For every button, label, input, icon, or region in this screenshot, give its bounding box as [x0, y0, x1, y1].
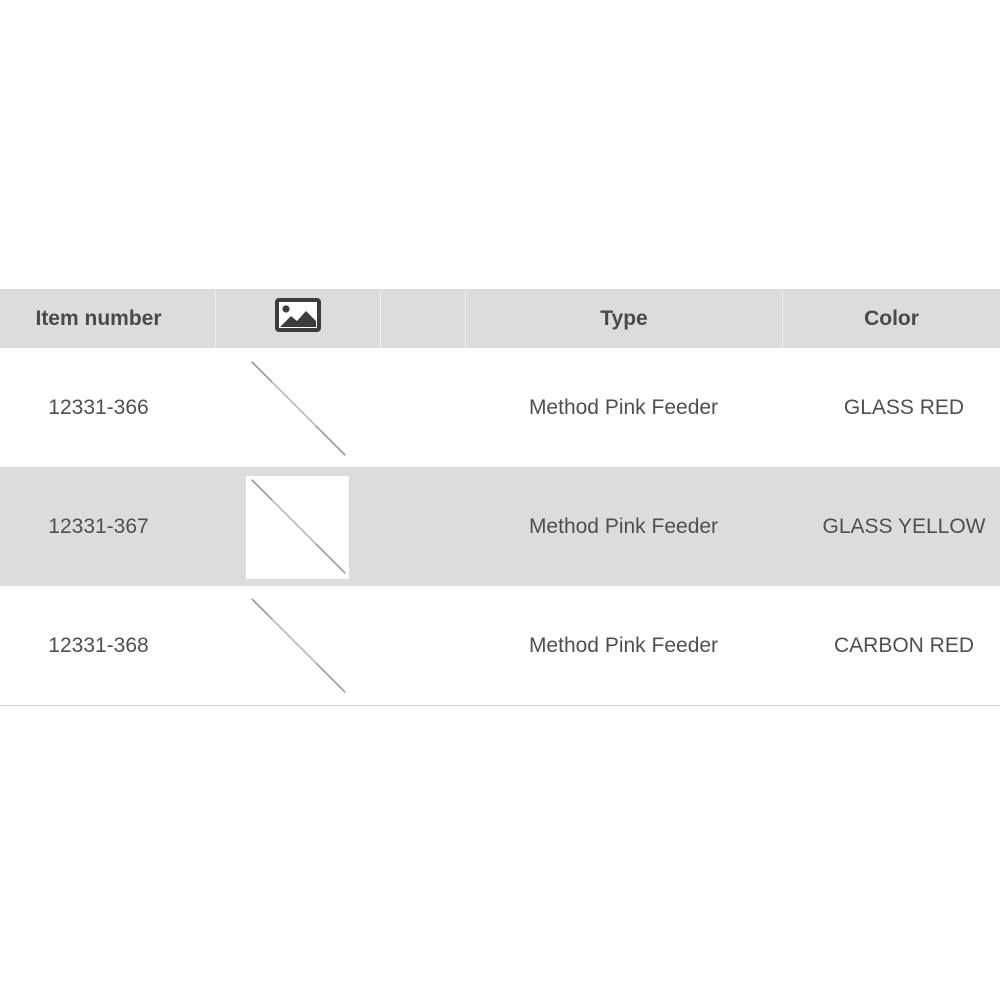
item-number-cell: 12331-366 — [48, 395, 149, 419]
product-table: Item number Type Color 12331-366 Method … — [0, 289, 1000, 706]
header-blank — [380, 289, 465, 348]
table-row[interactable]: 12331-368 Method Pink Feeder CARBON RED — [0, 586, 1000, 705]
product-thumbnail[interactable] — [246, 595, 349, 698]
header-image[interactable] — [215, 289, 380, 348]
type-cell: Method Pink Feeder — [528, 514, 719, 538]
table-row[interactable]: 12331-367 Method Pink Feeder GLASS YELLO… — [0, 467, 1000, 586]
product-thumbnail[interactable] — [246, 476, 349, 579]
header-type[interactable]: Type — [465, 289, 782, 348]
type-cell: Method Pink Feeder — [528, 633, 719, 657]
product-thumbnail[interactable] — [246, 357, 349, 460]
color-cell: CARBON RED — [833, 633, 975, 657]
table-row[interactable]: 12331-366 Method Pink Feeder GLASS RED — [0, 348, 1000, 467]
color-cell: GLASS YELLOW — [822, 514, 986, 538]
table-bottom-border — [0, 705, 1000, 706]
image-icon — [275, 297, 321, 332]
type-cell: Method Pink Feeder — [528, 395, 719, 419]
header-item-number[interactable]: Item number — [0, 289, 197, 348]
item-number-cell: 12331-367 — [48, 514, 149, 538]
header-color[interactable]: Color — [782, 289, 1000, 348]
color-cell: GLASS RED — [843, 395, 965, 419]
item-number-cell: 12331-368 — [48, 633, 149, 657]
table-header: Item number Type Color — [0, 289, 1000, 348]
